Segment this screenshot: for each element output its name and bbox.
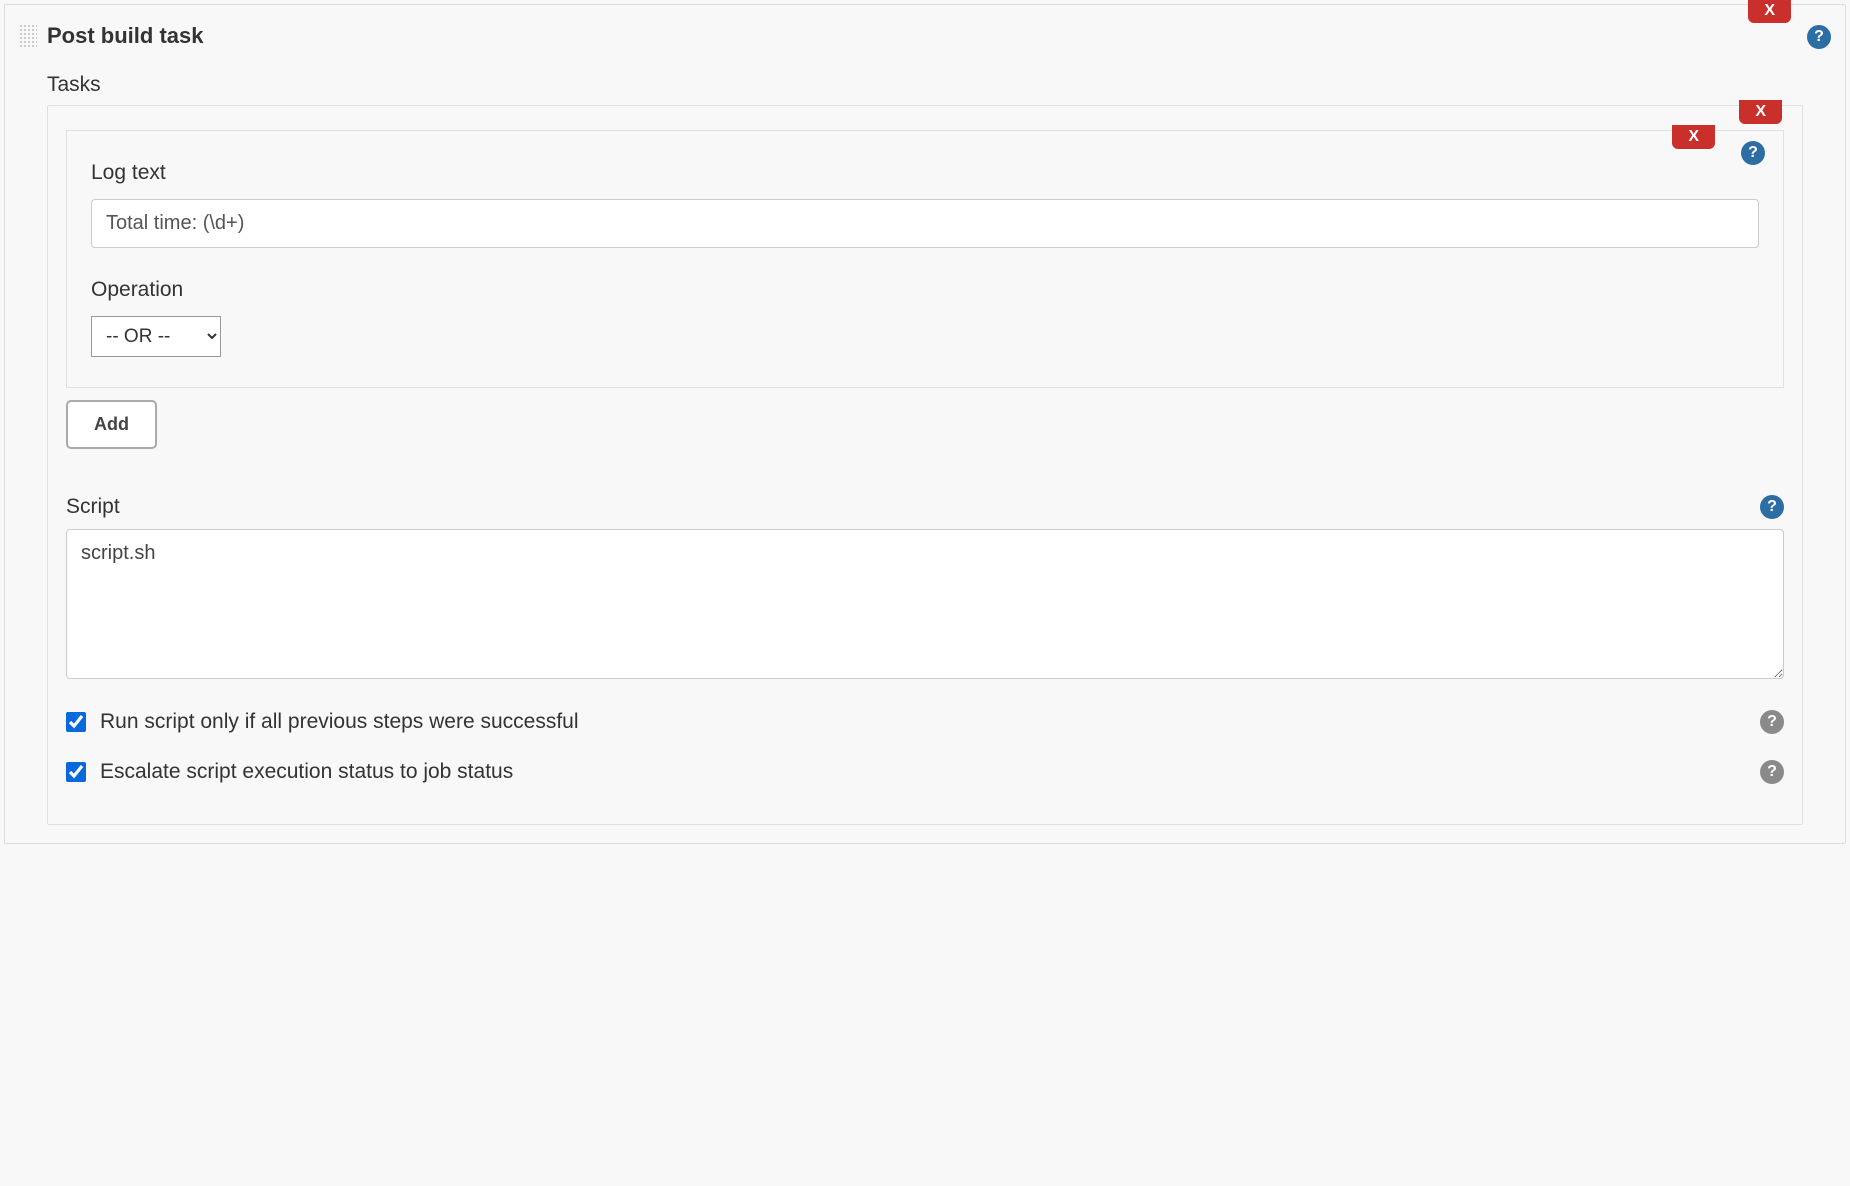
script-textarea[interactable]: script.sh: [66, 529, 1784, 679]
section-title: Post build task: [47, 23, 203, 49]
help-icon[interactable]: ?: [1760, 760, 1784, 784]
post-build-task-section: X ? Post build task Tasks X X ? Log text…: [4, 4, 1846, 844]
script-section: Script ? script.sh: [66, 495, 1784, 684]
section-header: Post build task: [5, 5, 1845, 55]
drag-handle-icon[interactable]: [19, 24, 37, 48]
help-icon[interactable]: ?: [1760, 710, 1784, 734]
operation-select[interactable]: -- OR --: [91, 316, 221, 357]
log-text-input[interactable]: [91, 199, 1759, 248]
log-text-label: Log text: [91, 161, 1759, 185]
log-container: X ? Log text Operation -- OR --: [66, 130, 1784, 388]
script-label: Script: [66, 495, 120, 519]
run-only-success-checkbox[interactable]: [66, 712, 86, 732]
remove-task-button[interactable]: X: [1739, 100, 1782, 124]
escalate-label: Escalate script execution status to job …: [100, 760, 513, 784]
help-icon[interactable]: ?: [1741, 141, 1765, 165]
run-only-success-label: Run script only if all previous steps we…: [100, 710, 579, 734]
add-button[interactable]: Add: [66, 400, 157, 449]
remove-log-button[interactable]: X: [1672, 125, 1715, 149]
tasks-container: X X ? Log text Operation -- OR -- Add Sc…: [47, 105, 1803, 825]
escalate-row: Escalate script execution status to job …: [66, 760, 1784, 784]
tasks-label: Tasks: [5, 55, 1845, 105]
escalate-checkbox[interactable]: [66, 762, 86, 782]
help-icon[interactable]: ?: [1760, 495, 1784, 519]
run-only-success-row: Run script only if all previous steps we…: [66, 710, 1784, 734]
operation-label: Operation: [91, 278, 1759, 302]
